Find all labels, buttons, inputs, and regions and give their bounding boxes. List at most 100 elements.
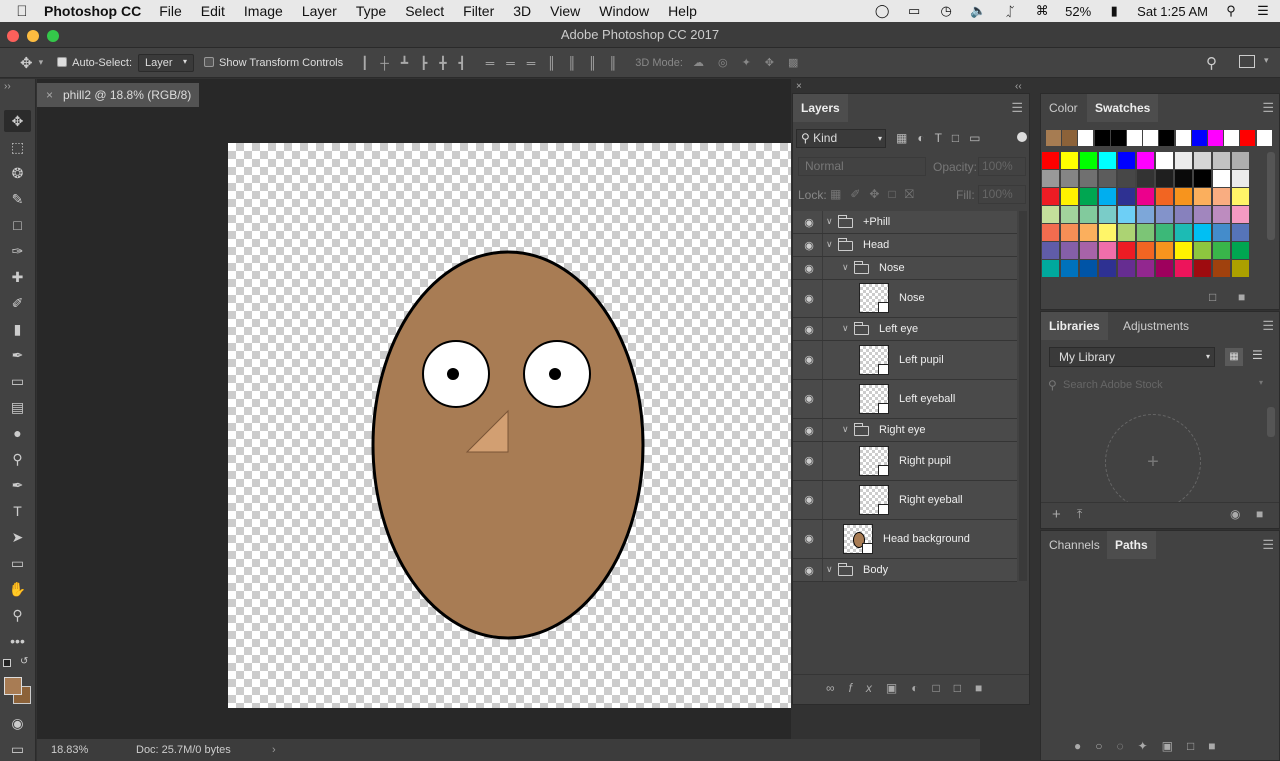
swatch[interactable] xyxy=(1175,260,1192,277)
more-tools-icon[interactable]: ••• xyxy=(4,630,31,652)
menu-edit[interactable]: Edit xyxy=(201,3,225,19)
screen-mode-icon[interactable]: ▭ xyxy=(4,738,31,760)
notification-center-icon[interactable]: ☰ xyxy=(1254,3,1272,19)
visibility-eye-icon[interactable]: ◉ xyxy=(801,532,817,545)
swatch[interactable] xyxy=(1143,130,1159,146)
swatch[interactable] xyxy=(1175,152,1192,169)
visibility-eye-icon[interactable]: ◉ xyxy=(801,262,817,275)
zoom-level[interactable]: 18.83% xyxy=(51,739,88,761)
swatch[interactable] xyxy=(1224,130,1240,146)
layer-actions[interactable]: ∞fx▣◐□□■ xyxy=(826,681,996,695)
swatch[interactable] xyxy=(1061,224,1078,241)
visibility-eye-icon[interactable]: ◉ xyxy=(801,424,817,437)
chevron-down-icon[interactable]: ∨ xyxy=(826,239,833,250)
gradient-tool-icon[interactable]: ▤ xyxy=(4,396,31,418)
swatch[interactable] xyxy=(1118,242,1135,259)
swatch[interactable] xyxy=(1042,224,1059,241)
fill-field[interactable]: 100% xyxy=(978,185,1026,204)
swatch[interactable] xyxy=(1042,188,1059,205)
visibility-eye-icon[interactable]: ◉ xyxy=(801,392,817,405)
foreground-color-swatch[interactable] xyxy=(4,677,22,695)
chevron-down-icon[interactable]: ∨ xyxy=(842,424,849,435)
swatch[interactable] xyxy=(1061,242,1078,259)
visibility-eye-icon[interactable]: ◉ xyxy=(801,454,817,467)
eraser-tool-icon[interactable]: ▭ xyxy=(4,370,31,392)
chevron-down-icon[interactable]: ∨ xyxy=(842,262,849,273)
visibility-eye-icon[interactable]: ◉ xyxy=(801,564,817,577)
expand-tools-icon[interactable]: ›› xyxy=(4,81,11,92)
visibility-eye-icon[interactable]: ◉ xyxy=(801,216,817,229)
visibility-eye-icon[interactable]: ◉ xyxy=(801,493,817,506)
auto-select-dropdown[interactable]: Layer ▾ xyxy=(138,53,195,72)
blend-mode-dropdown[interactable]: Normal xyxy=(798,157,926,176)
workspace-chevron-icon[interactable]: ▾ xyxy=(1264,55,1269,66)
swatch[interactable] xyxy=(1156,224,1173,241)
menu-help[interactable]: Help xyxy=(668,3,697,19)
swatch[interactable] xyxy=(1256,130,1272,146)
swatch[interactable] xyxy=(1042,260,1059,277)
cloud-sync-icon[interactable]: ◉ xyxy=(1230,507,1240,521)
clock[interactable]: Sat 1:25 AM xyxy=(1137,4,1208,19)
swatch[interactable] xyxy=(1213,152,1230,169)
layer-row-group[interactable]: ◉ ∨ +Phill xyxy=(793,211,1017,234)
kind-filter-dropdown[interactable]: ⚲ Kind ▾ xyxy=(796,129,886,148)
add-to-library-icon[interactable]: + xyxy=(1105,414,1201,510)
new-swatch-icon[interactable]: □ xyxy=(1209,290,1216,304)
menu-3d[interactable]: 3D xyxy=(513,3,531,19)
swatch[interactable] xyxy=(1137,170,1154,187)
swatch[interactable] xyxy=(1118,188,1135,205)
swatch[interactable] xyxy=(1194,188,1211,205)
swatches-scrollbar[interactable] xyxy=(1267,152,1275,240)
bluetooth-icon[interactable]: ᛢ xyxy=(1001,4,1019,19)
swatch[interactable] xyxy=(1118,206,1135,223)
close-panel-icon[interactable]: × xyxy=(796,81,802,92)
collapse-panel-icon[interactable]: ‹‹ xyxy=(1015,81,1022,92)
chevron-down-icon[interactable]: ▾ xyxy=(39,57,44,68)
swatch[interactable] xyxy=(1232,206,1249,223)
crop-tool-icon[interactable]: □ xyxy=(4,214,31,236)
menu-file[interactable]: File xyxy=(159,3,182,19)
quick-mask-icon[interactable]: ◉ xyxy=(4,712,31,734)
swatch[interactable] xyxy=(1080,188,1097,205)
swatch[interactable] xyxy=(1156,188,1173,205)
swatch[interactable] xyxy=(1213,224,1230,241)
paths-menu-icon[interactable]: ☰ xyxy=(1262,537,1274,553)
swatch[interactable] xyxy=(1175,224,1192,241)
lock-buttons[interactable]: ▦✐✥□⛝ xyxy=(830,187,923,202)
brush-tool-icon[interactable]: ✐ xyxy=(4,292,31,314)
layers-menu-icon[interactable]: ☰ xyxy=(1011,100,1023,116)
eyedropper-tool-icon[interactable]: ✑ xyxy=(4,240,31,262)
swatch[interactable] xyxy=(1118,224,1135,241)
swatch[interactable] xyxy=(1156,170,1173,187)
layer-row-group[interactable]: ◉ ∨ Nose xyxy=(793,257,1017,280)
layer-row[interactable]: ◉ Nose xyxy=(793,280,1017,318)
battery-percent[interactable]: 52% xyxy=(1065,4,1091,19)
default-colors-icon[interactable] xyxy=(3,659,11,667)
swatch[interactable] xyxy=(1213,188,1230,205)
swatch[interactable] xyxy=(1061,152,1078,169)
swatch[interactable] xyxy=(1042,170,1059,187)
swatch[interactable] xyxy=(1208,130,1223,146)
swatch[interactable] xyxy=(1094,130,1110,146)
time-machine-icon[interactable]: ◷ xyxy=(937,3,955,19)
library-dropdown[interactable]: My Library ▾ xyxy=(1049,347,1215,367)
filter-toggle-icon[interactable] xyxy=(1017,132,1027,142)
menu-filter[interactable]: Filter xyxy=(463,3,494,19)
swatch[interactable] xyxy=(1061,206,1078,223)
upload-icon[interactable]: ⤒ xyxy=(1077,507,1082,522)
swatch[interactable] xyxy=(1175,130,1191,146)
menu-layer[interactable]: Layer xyxy=(302,3,337,19)
menu-image[interactable]: Image xyxy=(244,3,283,19)
airplay-icon[interactable]: ▭ xyxy=(905,3,923,19)
swatch[interactable] xyxy=(1046,130,1061,146)
swatch[interactable] xyxy=(1194,242,1211,259)
path-actions[interactable]: ●○◌✦▣□■ xyxy=(1074,739,1230,753)
swatch[interactable] xyxy=(1080,170,1097,187)
rectangle-tool-icon[interactable]: ▭ xyxy=(4,552,31,574)
zoom-tool-icon[interactable]: ⚲ xyxy=(4,604,31,626)
layer-filter-buttons[interactable]: ▦◐T□▭ xyxy=(896,131,991,145)
swatch[interactable] xyxy=(1213,242,1230,259)
tab-swatches[interactable]: Swatches xyxy=(1087,94,1159,122)
swatch[interactable] xyxy=(1213,206,1230,223)
lasso-tool-icon[interactable]: ❂ xyxy=(4,162,31,184)
